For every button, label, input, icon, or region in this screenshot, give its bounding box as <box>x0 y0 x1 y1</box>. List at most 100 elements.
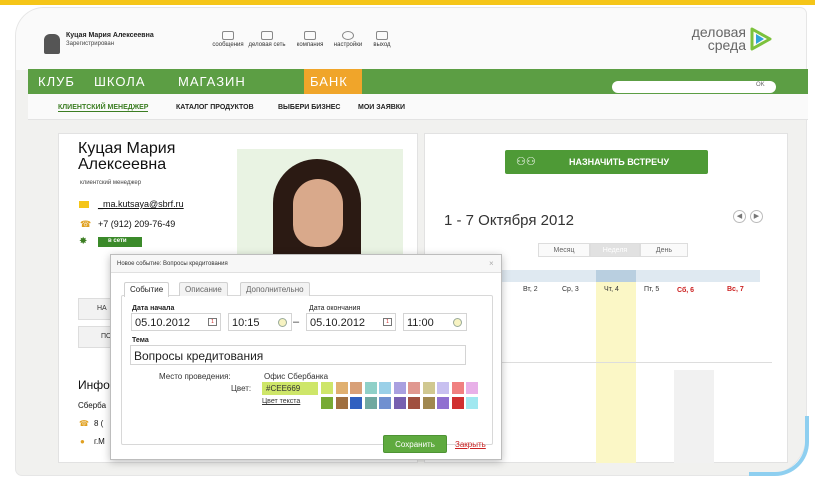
color-swatch[interactable] <box>350 397 362 409</box>
day-header[interactable]: Вт, 2 <box>523 286 538 293</box>
envelope-icon <box>222 31 234 40</box>
color-swatch[interactable] <box>466 397 478 409</box>
subnav-my-requests[interactable]: МОИ ЗАЯВКИ <box>358 104 405 111</box>
manager-name: Куцая Мария Алексеевна <box>78 140 176 173</box>
today-column <box>596 270 636 463</box>
prev-week-button[interactable]: ◀ <box>733 210 746 223</box>
nav-settings-label: настройки <box>333 42 363 48</box>
color-swatch[interactable] <box>350 382 362 394</box>
manager-email-link[interactable]: _ma.kutsaya@sbrf.ru <box>98 199 184 209</box>
envelope-icon <box>79 201 89 208</box>
topic-input[interactable]: Вопросы кредитования <box>130 345 466 365</box>
nav-exit-label: выход <box>373 42 391 48</box>
phone-icon: ☎ <box>80 219 92 229</box>
dialog-title: Новое событие: Вопросы кредитования <box>117 261 228 267</box>
close-icon[interactable]: × <box>489 259 494 268</box>
online-badge: в сети <box>98 237 142 247</box>
end-date-label: Дата окончания <box>309 305 361 312</box>
color-swatch[interactable] <box>379 382 391 394</box>
search-button[interactable]: OK <box>756 82 774 92</box>
nav-company-label: компания <box>296 42 324 48</box>
view-tab-day[interactable]: День <box>640 243 688 257</box>
close-link[interactable]: Закрыть <box>455 440 486 449</box>
sub-navigation: КЛИЕНТСКИЙ МЕНЕДЖЕР КАТАЛОГ ПРОДУКТОВ ВЫ… <box>28 94 808 120</box>
color-swatch[interactable] <box>451 397 464 409</box>
user-name[interactable]: Куцая Мария Алексеевна <box>66 32 154 39</box>
info-address: г.М <box>94 437 105 446</box>
next-week-button[interactable]: ▶ <box>750 210 763 223</box>
tab-event[interactable]: Событие <box>124 282 170 297</box>
tab-additional[interactable]: Дополнительно <box>240 282 310 296</box>
calendar-icon[interactable]: 1 <box>383 318 392 326</box>
nav-exit[interactable]: выход <box>360 31 404 48</box>
calendar-icon[interactable]: 1 <box>208 318 217 326</box>
day-header[interactable]: Пт, 5 <box>644 286 659 293</box>
manager-photo <box>237 149 403 259</box>
color-swatch[interactable] <box>321 397 333 409</box>
date-range-dash: – <box>293 316 300 328</box>
color-swatch[interactable] <box>335 397 348 409</box>
menu-school[interactable]: ШКОЛА <box>94 74 146 89</box>
top-accent-line <box>0 0 815 5</box>
new-event-dialog: Новое событие: Вопросы кредитования × Со… <box>110 254 502 460</box>
color-value-field[interactable]: #CEE669 <box>262 382 318 395</box>
color-label: Цвет: <box>231 384 252 393</box>
brand-logo-icon[interactable] <box>748 26 774 52</box>
gear-icon <box>342 31 354 40</box>
start-date-label: Дата начала <box>132 305 175 312</box>
menu-shop[interactable]: МАГАЗИН <box>178 74 246 89</box>
nav-business-network-label: деловая сеть <box>248 42 286 48</box>
photo-face-shape <box>293 179 343 247</box>
subnav-client-manager[interactable]: КЛИЕНТСКИЙ МЕНЕДЖЕР <box>58 104 149 112</box>
clock-icon[interactable] <box>278 318 287 327</box>
left-action-button-1[interactable]: НА <box>78 298 112 320</box>
color-swatch[interactable] <box>437 397 449 409</box>
view-tab-month[interactable]: Месяц <box>538 243 590 257</box>
topic-label: Тема <box>132 337 149 344</box>
subnav-choose-business[interactable]: ВЫБЕРИ БИЗНЕС <box>278 104 340 111</box>
company-icon <box>304 31 316 40</box>
nav-messages-label: сообщения <box>212 42 244 48</box>
color-swatch[interactable] <box>393 397 406 409</box>
color-swatch[interactable] <box>422 382 435 394</box>
manager-phone: +7 (912) 209-76-49 <box>98 219 176 229</box>
color-swatch[interactable] <box>451 382 464 394</box>
network-icon <box>261 31 273 40</box>
day-header[interactable]: Чт, 4 <box>604 286 619 293</box>
day-header[interactable]: Ср, 3 <box>562 286 579 293</box>
nav-messages[interactable]: сообщения <box>206 31 250 48</box>
text-color-link[interactable]: Цвет текста <box>262 398 300 405</box>
left-action-button-2[interactable]: ПО <box>78 326 112 348</box>
brand-line2: среда <box>707 37 746 53</box>
color-swatch[interactable] <box>364 397 377 409</box>
brand-logo-text[interactable]: деловая среда <box>670 25 746 53</box>
week-title: 1 - 7 Октября 2012 <box>444 212 574 229</box>
phone-icon: ☎ <box>79 419 89 428</box>
color-swatch[interactable] <box>408 397 420 409</box>
menu-bank[interactable]: БАНК <box>304 69 362 94</box>
view-tab-week[interactable]: Неделя <box>590 243 640 257</box>
subnav-product-catalog[interactable]: КАТАЛОГ ПРОДУКТОВ <box>176 104 254 111</box>
color-swatch[interactable] <box>393 382 406 394</box>
color-swatch[interactable] <box>335 382 348 394</box>
clock-icon[interactable] <box>453 318 462 327</box>
tab-description[interactable]: Описание <box>179 282 228 296</box>
nav-business-network[interactable]: деловая сеть <box>245 31 289 48</box>
day-header-weekend[interactable]: Сб, 6 <box>677 286 697 296</box>
user-avatar-icon[interactable] <box>44 34 60 54</box>
location-pin-icon: ● <box>80 437 85 446</box>
day-header-weekend[interactable]: Вс, 7 <box>727 286 744 293</box>
color-swatch[interactable] <box>364 382 377 394</box>
color-swatch[interactable] <box>466 382 478 394</box>
color-swatch[interactable] <box>437 382 449 394</box>
color-swatch[interactable] <box>408 382 420 394</box>
save-button[interactable]: Сохранить <box>383 435 447 453</box>
color-swatch[interactable] <box>422 397 435 409</box>
menu-club[interactable]: КЛУБ <box>38 74 75 89</box>
search-input[interactable] <box>612 81 776 93</box>
info-bank-name: Сберба <box>78 401 107 410</box>
dialog-titlebar[interactable]: Новое событие: Вопросы кредитования × <box>111 255 501 273</box>
people-meeting-icon: ⚇⚇ <box>516 156 536 168</box>
color-swatch[interactable] <box>379 397 391 409</box>
color-swatch[interactable] <box>321 382 333 394</box>
